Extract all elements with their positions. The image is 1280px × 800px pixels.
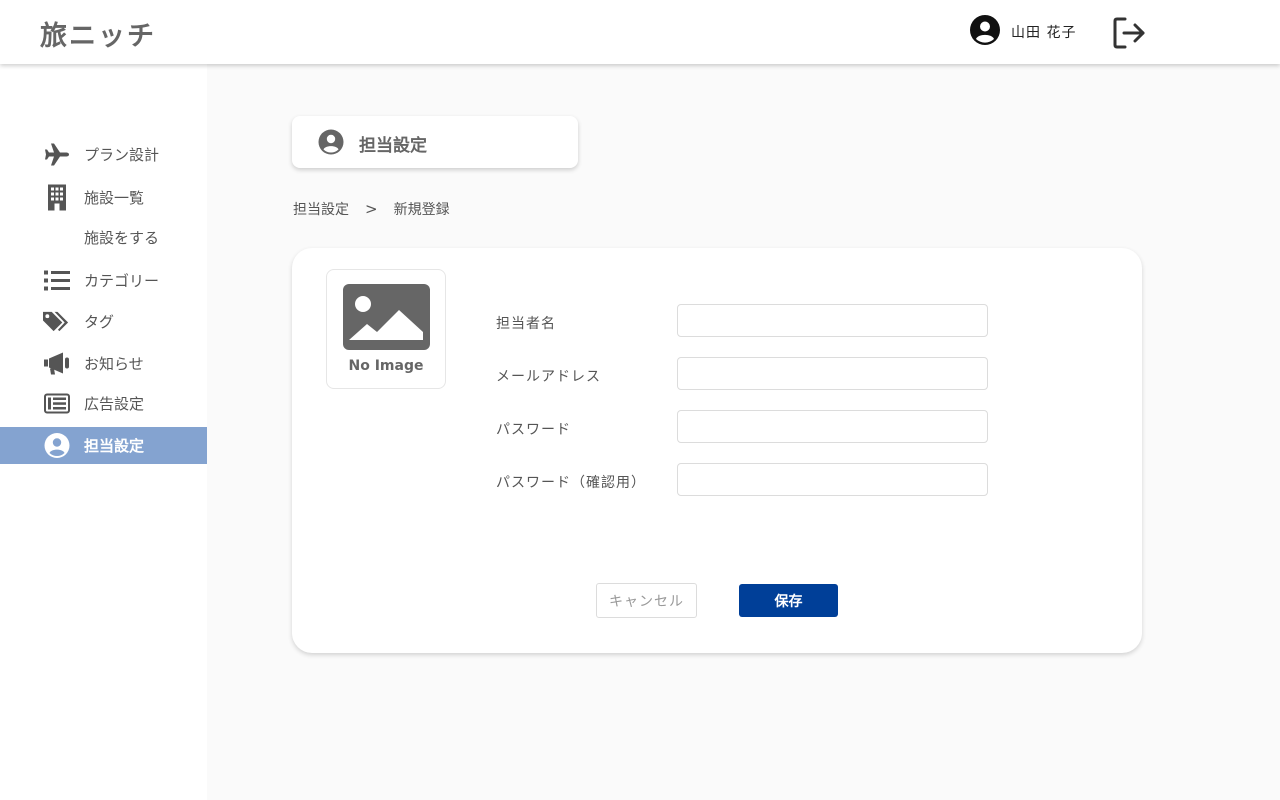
password-label: パスワード — [496, 422, 571, 438]
sidebar-item-label: 施設をする — [84, 228, 160, 247]
sidebar-item-plan[interactable]: プラン設計 — [0, 135, 207, 173]
breadcrumb-parent[interactable]: 担当設定 — [293, 199, 349, 219]
sidebar-item-staff[interactable]: 担当設定 — [0, 427, 207, 464]
sidebar: プラン設計 施設一覧 施設をする カテゴリー タグ お知らせ 広告設定 担当設定 — [0, 64, 207, 800]
user-name: 山田 花子 — [1011, 25, 1077, 41]
sidebar-item-label: 広告設定 — [84, 394, 145, 413]
app-header: 旅ニッチ 山田 花子 — [0, 0, 1280, 64]
staff-form-card: No Image 担当者名 メールアドレス パスワード パスワード（確認用） キ… — [292, 248, 1142, 653]
tags-icon — [43, 308, 70, 335]
user-circle-icon — [969, 14, 1001, 50]
sidebar-item-label: プラン設計 — [84, 145, 160, 164]
list-icon — [43, 267, 70, 294]
sidebar-item-ads[interactable]: 広告設定 — [0, 384, 207, 422]
sidebar-item-label: 担当設定 — [84, 437, 145, 455]
sidebar-item-label: お知らせ — [84, 354, 144, 373]
breadcrumb-current: 新規登録 — [393, 202, 450, 218]
email-label: メールアドレス — [496, 369, 601, 385]
user-menu[interactable]: 山田 花子 — [969, 14, 1077, 50]
sidebar-item-label: タグ — [84, 312, 115, 331]
logout-icon — [1112, 17, 1146, 54]
sidebar-item-facility-sub[interactable]: 施設をする — [0, 218, 207, 256]
breadcrumb: 担当設定 > 新規登録 — [293, 199, 450, 219]
user-circle-icon — [43, 432, 70, 459]
email-input[interactable] — [677, 357, 988, 390]
sidebar-item-facilities[interactable]: 施設一覧 — [0, 178, 207, 216]
save-button[interactable]: 保存 — [739, 584, 838, 617]
cancel-button[interactable]: キャンセル — [596, 583, 697, 618]
sidebar-item-label: 施設一覧 — [84, 188, 145, 207]
app-logo[interactable]: 旅ニッチ — [40, 14, 156, 53]
profile-image-upload[interactable]: No Image — [326, 269, 446, 389]
staff-name-label: 担当者名 — [496, 316, 556, 332]
breadcrumb-separator: > — [365, 200, 378, 218]
sidebar-item-label: カテゴリー — [84, 271, 160, 290]
airplane-icon — [43, 141, 70, 168]
page-title-card: 担当設定 — [292, 116, 578, 168]
user-circle-icon — [318, 129, 344, 155]
password-confirm-input[interactable] — [677, 463, 988, 496]
megaphone-icon — [43, 350, 70, 377]
password-input[interactable] — [677, 410, 988, 443]
building-icon — [43, 184, 70, 211]
staff-name-input[interactable] — [677, 304, 988, 337]
password-confirm-label: パスワード（確認用） — [496, 475, 646, 491]
sidebar-item-notices[interactable]: お知らせ — [0, 344, 207, 382]
sidebar-item-tags[interactable]: タグ — [0, 302, 207, 340]
newspaper-icon — [43, 390, 70, 417]
logout-button[interactable] — [1112, 16, 1146, 50]
page-title: 担当設定 — [359, 136, 427, 156]
no-image-text: No Image — [348, 358, 424, 374]
sidebar-item-category[interactable]: カテゴリー — [0, 261, 207, 299]
